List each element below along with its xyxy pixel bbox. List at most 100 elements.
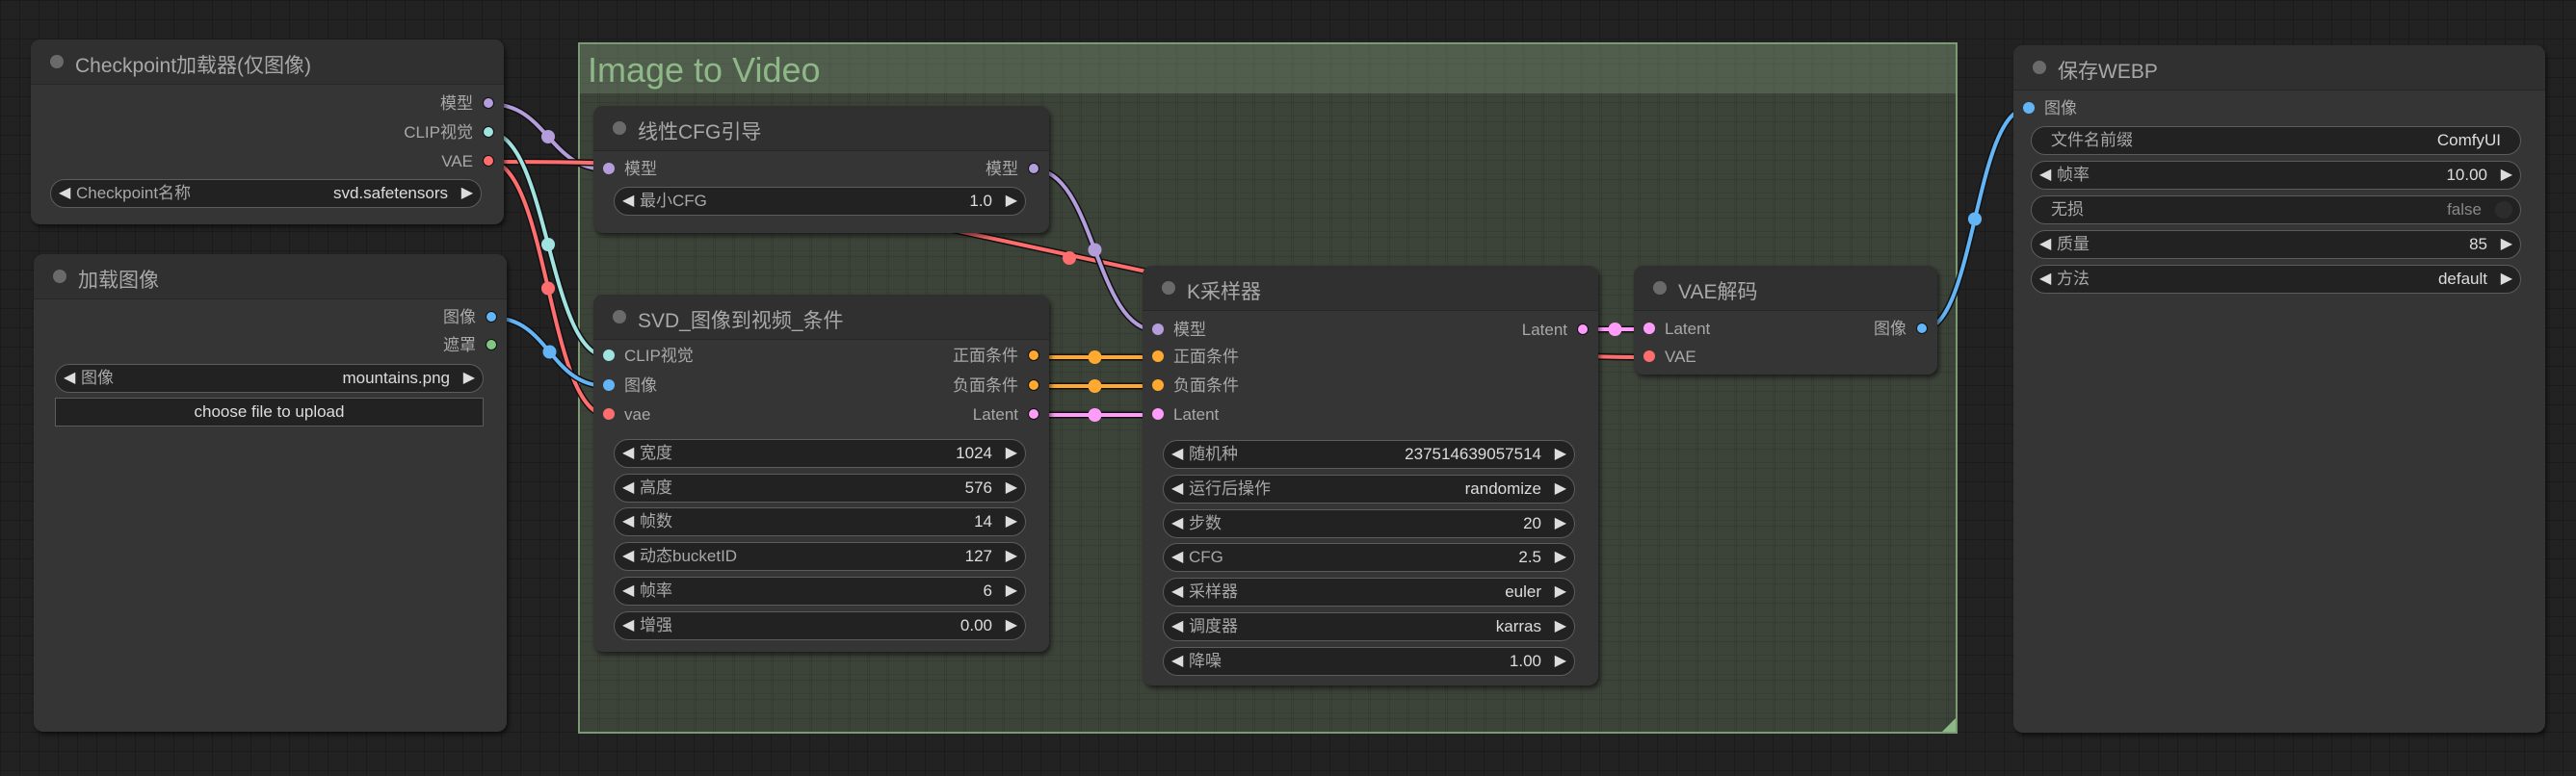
increment-arrow-icon[interactable]: ▶ (1006, 440, 1017, 466)
widget-row[interactable]: ◀ 降噪 1.00 ▶ (1163, 646, 1575, 676)
decrement-arrow-icon[interactable]: ◀ (1171, 648, 1183, 674)
node-svd-img2vid-conditioning[interactable]: SVD_图像到视频_条件 CLIP视觉 图像 vae 正面条件 负面条件 Lat… (593, 295, 1049, 652)
increment-arrow-icon[interactable]: ▶ (2501, 266, 2512, 292)
decrement-arrow-icon[interactable]: ◀ (2039, 266, 2051, 292)
output-slot-latent[interactable]: Latent (973, 404, 1039, 426)
slot-dot-icon[interactable] (1916, 323, 1928, 335)
slot-dot-icon[interactable] (603, 408, 615, 421)
slot-dot-icon[interactable] (483, 126, 494, 139)
input-slot-image[interactable]: 图像 (2023, 98, 2077, 119)
collapse-dot-icon[interactable] (1653, 281, 1667, 295)
node-linear-cfg-guidance[interactable]: 线性CFG引导 模型 模型 ◀ 最小CFG 1.0 ▶ (593, 106, 1049, 233)
increment-arrow-icon[interactable]: ▶ (2501, 162, 2512, 188)
node-header[interactable]: 加载图像 (34, 254, 507, 299)
decrement-arrow-icon[interactable]: ◀ (622, 543, 634, 569)
collapse-dot-icon[interactable] (53, 270, 66, 283)
output-slot-model[interactable]: 模型 (440, 93, 494, 115)
output-slot-vae[interactable]: VAE (441, 151, 494, 172)
widget-row[interactable]: ◀ CFG 2.5 ▶ (1163, 543, 1575, 573)
input-slot-positive[interactable]: 正面条件 (1152, 347, 1239, 368)
widget-min-cfg[interactable]: ◀ 最小CFG 1.0 ▶ (614, 187, 1026, 216)
increment-arrow-icon[interactable]: ▶ (1555, 510, 1566, 536)
increment-arrow-icon[interactable]: ▶ (1006, 612, 1017, 638)
widget-row[interactable]: ◀ 宽度 1024 ▶ (614, 439, 1026, 468)
slot-dot-icon[interactable] (1643, 350, 1655, 363)
output-slot-latent[interactable]: Latent (1522, 320, 1589, 341)
node-save-webp[interactable]: 保存WEBP 图像 文件名前缀 ComfyUI ◀ 帧率 10.00 ▶ 无损 false ◀ 质… (2013, 45, 2545, 733)
link-midpoint-handle[interactable] (1968, 212, 1982, 226)
widget-row[interactable]: 文件名前缀 ComfyUI (2031, 126, 2521, 155)
slot-dot-icon[interactable] (1152, 350, 1164, 363)
output-slot-image[interactable]: 图像 (443, 307, 497, 328)
node-header[interactable]: Checkpoint加载器(仅图像) (31, 39, 504, 85)
slot-dot-icon[interactable] (1152, 408, 1164, 421)
widget-row[interactable]: ◀ 调度器 karras ▶ (1163, 612, 1575, 641)
output-slot-model[interactable]: 模型 (986, 159, 1039, 180)
decrement-arrow-icon[interactable]: ◀ (622, 508, 634, 534)
output-slot-positive[interactable]: 正面条件 (953, 346, 1039, 367)
input-slot-model[interactable]: 模型 (1152, 320, 1206, 341)
input-slot-image[interactable]: 图像 (603, 375, 657, 397)
decrement-arrow-icon[interactable]: ◀ (622, 440, 634, 466)
increment-arrow-icon[interactable]: ▶ (1555, 476, 1566, 502)
input-slot-clip-vision[interactable]: CLIP视觉 (603, 346, 694, 367)
widget-row[interactable]: ◀ 帧数 14 ▶ (614, 507, 1026, 537)
upload-file-button[interactable]: choose file to upload (55, 398, 484, 427)
output-slot-image[interactable]: 图像 (1874, 319, 1928, 340)
widget-row[interactable]: ◀ 采样器 euler ▶ (1163, 578, 1575, 608)
decrement-arrow-icon[interactable]: ◀ (622, 475, 634, 501)
widget-checkpoint-name[interactable]: ◀ Checkpoint名称 svd.safetensors ▶ (50, 179, 482, 208)
input-slot-negative[interactable]: 负面条件 (1152, 375, 1239, 397)
collapse-dot-icon[interactable] (2033, 61, 2046, 74)
widget-row[interactable]: ◀ 质量 85 ▶ (2031, 230, 2521, 259)
slot-dot-icon[interactable] (2023, 102, 2035, 115)
node-header[interactable]: 保存WEBP (2013, 45, 2545, 91)
increment-arrow-icon[interactable]: ▶ (1555, 544, 1566, 570)
slot-dot-icon[interactable] (483, 155, 494, 168)
widget-row[interactable]: ◀ 帧率 6 ▶ (614, 576, 1026, 606)
decrement-arrow-icon[interactable]: ◀ (1171, 510, 1183, 536)
input-slot-model[interactable]: 模型 (603, 159, 657, 180)
increment-arrow-icon[interactable]: ▶ (2501, 231, 2512, 257)
decrement-arrow-icon[interactable]: ◀ (1171, 544, 1183, 570)
increment-arrow-icon[interactable]: ▶ (1555, 613, 1566, 639)
group-resize-handle[interactable] (1942, 718, 1956, 732)
slot-dot-icon[interactable] (603, 349, 615, 362)
collapse-dot-icon[interactable] (613, 121, 626, 135)
increment-arrow-icon[interactable]: ▶ (1006, 578, 1017, 604)
increment-arrow-icon[interactable]: ▶ (1555, 579, 1566, 605)
widget-row[interactable]: ◀ 高度 576 ▶ (614, 473, 1026, 503)
increment-arrow-icon[interactable]: ▶ (461, 180, 473, 206)
increment-arrow-icon[interactable]: ▶ (1555, 441, 1566, 467)
widget-row[interactable]: ◀ 帧率 10.00 ▶ (2031, 161, 2521, 190)
increment-arrow-icon[interactable]: ▶ (1006, 508, 1017, 534)
output-slot-negative[interactable]: 负面条件 (953, 375, 1039, 397)
slot-dot-icon[interactable] (1028, 379, 1039, 392)
decrement-arrow-icon[interactable]: ◀ (1171, 579, 1183, 605)
widget-row[interactable]: ◀ 方法 default ▶ (2031, 265, 2521, 294)
widget-image-select[interactable]: ◀ 图像 mountains.png ▶ (55, 364, 484, 393)
node-header[interactable]: VAE解码 (1634, 266, 1937, 311)
widget-row[interactable]: 无损 false (2031, 195, 2521, 224)
input-slot-latent[interactable]: Latent (1152, 404, 1219, 426)
slot-dot-icon[interactable] (1028, 349, 1039, 362)
node-vae-decode[interactable]: VAE解码 Latent VAE 图像 (1634, 266, 1937, 375)
node-header[interactable]: SVD_图像到视频_条件 (593, 295, 1049, 340)
decrement-arrow-icon[interactable]: ◀ (1171, 613, 1183, 639)
node-load-image[interactable]: 加载图像 图像 遮罩 ◀ 图像 mountains.png ▶ choose f… (34, 254, 507, 732)
node-ksampler[interactable]: K采样器 模型 正面条件 负面条件 Latent Latent ◀ 随机种 2375… (1143, 266, 1598, 685)
slot-dot-icon[interactable] (603, 163, 615, 175)
node-header[interactable]: 线性CFG引导 (593, 106, 1049, 151)
increment-arrow-icon[interactable]: ▶ (1555, 648, 1566, 674)
decrement-arrow-icon[interactable]: ◀ (622, 612, 634, 638)
collapse-dot-icon[interactable] (50, 55, 64, 68)
decrement-arrow-icon[interactable]: ◀ (59, 180, 70, 206)
decrement-arrow-icon[interactable]: ◀ (622, 578, 634, 604)
decrement-arrow-icon[interactable]: ◀ (1171, 476, 1183, 502)
link-midpoint-handle[interactable] (542, 345, 557, 359)
increment-arrow-icon[interactable]: ▶ (1006, 475, 1017, 501)
decrement-arrow-icon[interactable]: ◀ (2039, 162, 2051, 188)
link-midpoint-handle[interactable] (541, 130, 555, 143)
decrement-arrow-icon[interactable]: ◀ (622, 188, 634, 214)
slot-dot-icon[interactable] (1577, 323, 1589, 336)
